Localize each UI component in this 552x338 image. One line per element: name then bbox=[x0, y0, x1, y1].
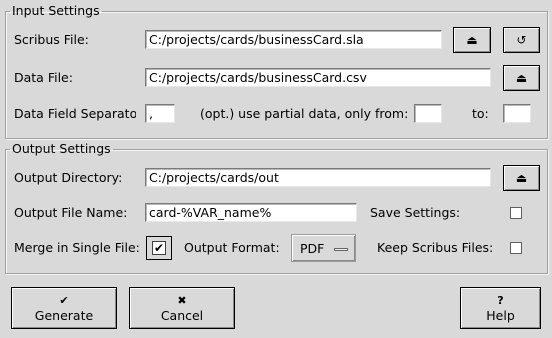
separator-label: Data Field Separator: bbox=[14, 106, 136, 121]
partial-from-input[interactable] bbox=[414, 104, 442, 123]
output-settings-legend: Output Settings bbox=[12, 141, 111, 156]
output-directory-input[interactable] bbox=[145, 168, 491, 187]
output-file-name-label: Output File Name: bbox=[14, 205, 128, 220]
output-format-menubutton[interactable]: PDF bbox=[291, 234, 356, 262]
eject-icon: ⏏ bbox=[466, 33, 478, 47]
keep-scribus-files-checkbox[interactable] bbox=[510, 242, 522, 254]
scribus-file-input[interactable] bbox=[145, 30, 442, 49]
data-file-input[interactable] bbox=[145, 68, 491, 87]
cross-icon: ✖ bbox=[177, 294, 187, 307]
cancel-button[interactable]: ✖ Cancel bbox=[129, 287, 235, 329]
generate-button-label: Generate bbox=[34, 308, 94, 323]
separator-input[interactable] bbox=[145, 104, 175, 123]
option-menu-indicator-icon bbox=[334, 248, 348, 251]
output-file-name-input[interactable] bbox=[145, 203, 357, 222]
output-format-label: Output Format: bbox=[184, 240, 280, 255]
data-file-label: Data File: bbox=[14, 70, 73, 85]
save-settings-checkbox[interactable] bbox=[510, 207, 522, 219]
partial-to-input[interactable] bbox=[503, 104, 531, 123]
merge-single-file-checkbox-box: ✔ bbox=[152, 241, 166, 255]
merge-single-file-checkbox[interactable]: ✔ bbox=[146, 236, 172, 260]
browse-output-directory-button[interactable]: ⏏ bbox=[503, 165, 540, 191]
eject-icon: ⏏ bbox=[515, 71, 528, 85]
generate-button[interactable]: ✔ Generate bbox=[11, 287, 117, 329]
help-button-label: Help bbox=[486, 308, 515, 323]
output-directory-label: Output Directory: bbox=[14, 170, 123, 185]
question-icon: ? bbox=[497, 294, 504, 307]
reload-icon: ↺ bbox=[516, 33, 527, 47]
help-button[interactable]: ? Help bbox=[460, 287, 541, 329]
partial-data-label: (opt.) use partial data, only from: bbox=[200, 106, 409, 121]
partial-to-label: to: bbox=[472, 106, 489, 121]
save-settings-label: Save Settings: bbox=[370, 205, 461, 220]
scribus-file-label: Scribus File: bbox=[14, 32, 89, 47]
eject-icon: ⏏ bbox=[515, 171, 528, 185]
keep-scribus-files-label: Keep Scribus Files: bbox=[377, 240, 494, 255]
browse-scribus-file-button[interactable]: ⏏ bbox=[453, 27, 491, 53]
merge-single-file-label: Merge in Single File: bbox=[14, 240, 140, 255]
input-settings-legend: Input Settings bbox=[12, 3, 100, 18]
reload-scribus-file-button[interactable]: ↺ bbox=[503, 27, 540, 53]
checkmark-icon: ✔ bbox=[153, 241, 165, 255]
browse-data-file-button[interactable]: ⏏ bbox=[503, 65, 540, 91]
cancel-button-label: Cancel bbox=[160, 308, 204, 323]
output-format-value: PDF bbox=[300, 240, 325, 256]
checkmark-icon: ✔ bbox=[59, 294, 69, 307]
